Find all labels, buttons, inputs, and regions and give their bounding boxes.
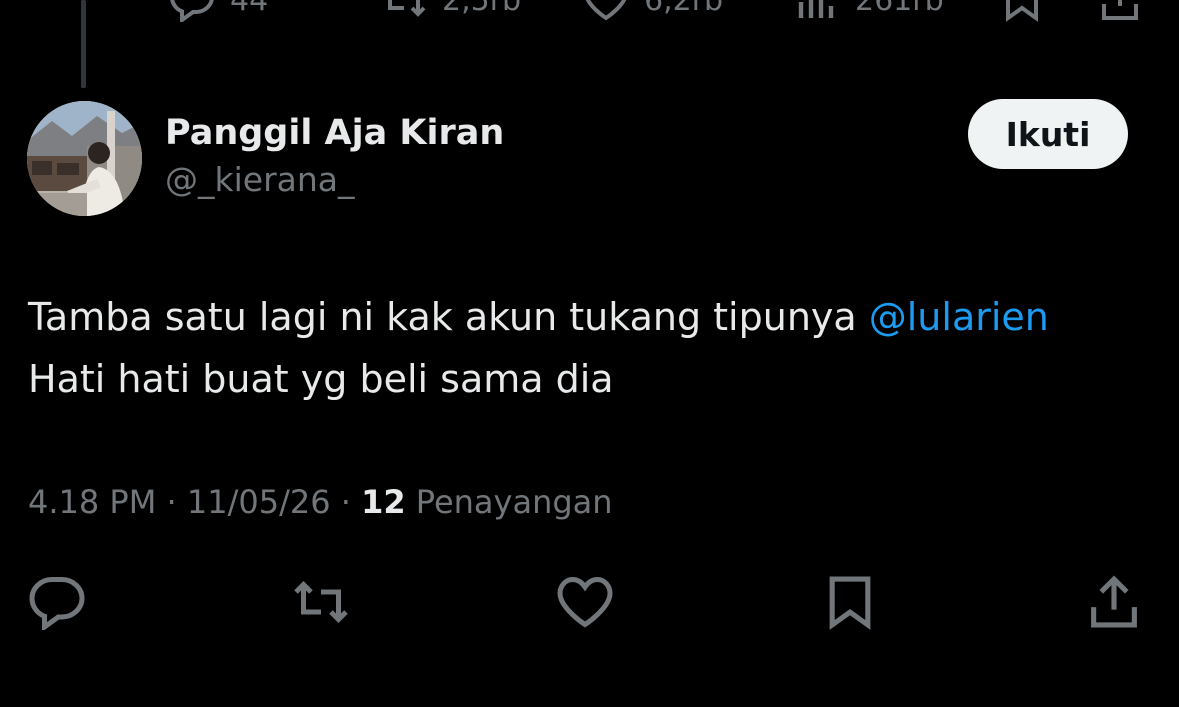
tweet-line-1-text: Tamba satu lagi ni kak akun tukang tipun… <box>28 295 869 339</box>
previous-views-action[interactable]: 261rb <box>793 0 944 22</box>
tweet-meta: 4.18 PM · 11/05/26 · 12 Penayangan <box>28 483 613 521</box>
reply-icon <box>170 0 214 22</box>
repost-icon <box>294 580 348 624</box>
avatar[interactable] <box>27 101 142 216</box>
share-icon <box>1102 0 1138 20</box>
reply-icon <box>29 577 85 630</box>
views-count[interactable]: 12 <box>361 483 406 521</box>
tweet-text: Tamba satu lagi ni kak akun tukang tipun… <box>28 286 1158 410</box>
previous-repost-count: 2,5rb <box>442 0 522 18</box>
author-handle[interactable]: @_kierana_ <box>165 160 355 199</box>
tweet-action-bar <box>0 570 1179 634</box>
mention-link[interactable]: @lularien <box>869 295 1049 339</box>
like-button[interactable] <box>553 570 617 634</box>
share-icon <box>1091 575 1137 628</box>
share-button[interactable] <box>1082 570 1146 634</box>
author-display-name[interactable]: Panggil Aja Kiran <box>165 113 504 153</box>
previous-share-action[interactable] <box>1098 0 1142 22</box>
heart-icon <box>585 0 627 21</box>
previous-like-count: 6,2rb <box>644 0 724 18</box>
bookmark-button[interactable] <box>818 570 882 634</box>
bookmark-icon <box>1006 0 1038 22</box>
avatar-photo <box>27 101 142 216</box>
previous-views-count: 261rb <box>855 0 944 18</box>
bookmark-icon <box>829 576 871 630</box>
reply-button[interactable] <box>25 570 89 634</box>
views-label: Penayangan <box>405 483 613 521</box>
meta-separator-2: · <box>330 483 362 521</box>
follow-button[interactable]: Ikuti <box>968 99 1128 169</box>
previous-reply-action[interactable]: 44 <box>168 0 268 22</box>
meta-separator: · <box>156 483 187 521</box>
views-icon <box>798 0 834 18</box>
tweet-line-1: Tamba satu lagi ni kak akun tukang tipun… <box>28 286 1158 348</box>
previous-repost-action[interactable]: 2,5rb <box>380 0 521 22</box>
repost-button[interactable] <box>289 570 353 634</box>
previous-like-action[interactable]: 6,2rb <box>582 0 723 22</box>
repost-icon <box>388 0 426 17</box>
previous-bookmark-action[interactable] <box>1000 0 1044 22</box>
heart-icon <box>557 576 613 628</box>
tweet-time[interactable]: 4.18 PM <box>28 483 156 521</box>
previous-tweet-action-bar: 44 2,5rb 6,2rb 261rb <box>0 0 1179 26</box>
tweet-date[interactable]: 11/05/26 <box>187 483 331 521</box>
tweet-line-2: Hati hati buat yg beli sama dia <box>28 357 614 401</box>
previous-reply-count: 44 <box>230 0 269 18</box>
